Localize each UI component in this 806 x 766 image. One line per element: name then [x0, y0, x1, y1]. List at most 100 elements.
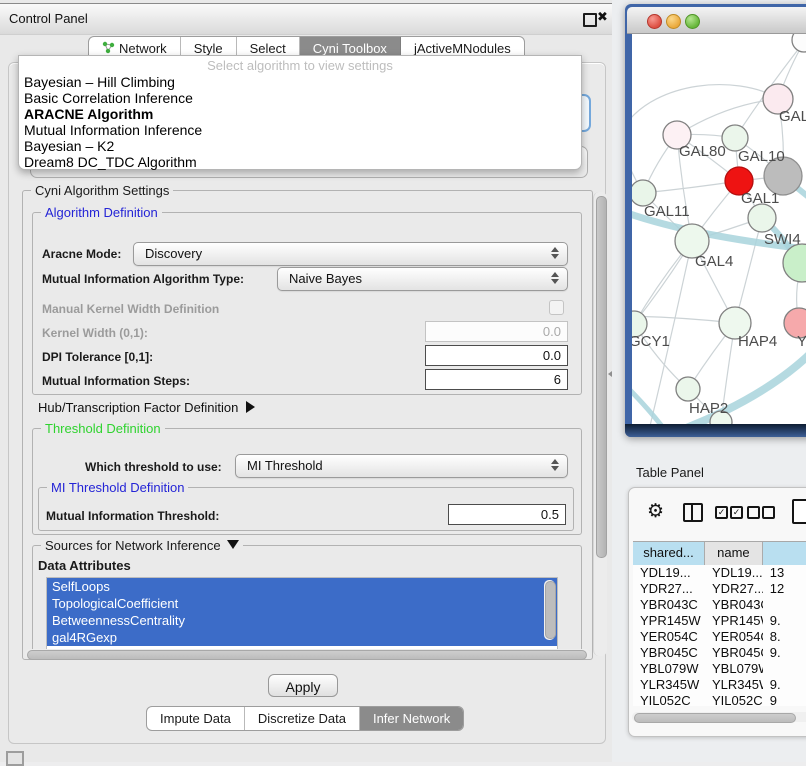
network-edge: [632, 85, 778, 124]
which-threshold-combo[interactable]: MI Threshold: [235, 454, 568, 478]
spinner-icon: [551, 459, 559, 471]
close-panel-icon[interactable]: ✖: [597, 9, 608, 25]
cyni-mode-tabs: Impute Data Discretize Data Infer Network: [146, 706, 464, 731]
apply-button[interactable]: Apply: [268, 674, 338, 697]
attribute-item-selfloops[interactable]: SelfLoops: [47, 578, 557, 595]
algorithm-item-bayesian-k2[interactable]: Bayesian – K2: [19, 138, 581, 154]
close-window-icon[interactable]: [647, 14, 662, 29]
table-row[interactable]: YBR043CYBR043C: [633, 597, 806, 613]
table-row[interactable]: YLR345WYLR345W9.: [633, 677, 806, 693]
table-cell: YER054C: [705, 629, 763, 645]
sources-group-title[interactable]: Sources for Network Inference: [41, 538, 243, 553]
minimize-window-icon[interactable]: [666, 14, 681, 29]
node-label-hap2: HAP2: [689, 400, 728, 417]
table-cell: [763, 597, 806, 613]
deselect-all-columns-icon[interactable]: [747, 506, 760, 519]
table-body: YDL19...YDL19...13YDR27...YDR27...12YBR0…: [633, 565, 806, 706]
export-table-icon[interactable]: [792, 499, 806, 524]
table-cell: YLR345W: [633, 677, 705, 693]
docked-panel-icon[interactable]: [6, 751, 24, 766]
attribute-item-topologicalcoefficient[interactable]: TopologicalCoefficient: [47, 595, 557, 612]
kernel-width-field[interactable]: 0.0: [425, 321, 568, 342]
table-cell: YPR145W: [705, 613, 763, 629]
settings-vertical-scrollbar[interactable]: [593, 192, 607, 656]
table-horizontal-scrollbar-thumb[interactable]: [634, 713, 796, 723]
table-row[interactable]: YBR045CYBR045C9.: [633, 645, 806, 661]
tab-infer-network[interactable]: Infer Network: [360, 707, 463, 730]
table-row[interactable]: YER054CYER054C8.: [633, 629, 806, 645]
control-panel-window: Control Panel ✖ Network Style Select Cyni T…: [0, 0, 612, 762]
tab-label: Infer Network: [373, 711, 450, 726]
tab-label: Style: [194, 41, 223, 56]
kernel-width-label: Kernel Width (0,1):: [42, 326, 148, 340]
dpi-tolerance-field[interactable]: 0.0: [425, 345, 568, 366]
data-attributes-list[interactable]: SelfLoopsTopologicalCoefficientBetweenne…: [46, 577, 558, 650]
network-window-titlebar[interactable]: [627, 7, 806, 34]
algorithm-dropdown-list: Bayesian – Hill ClimbingBasic Correlatio…: [19, 74, 581, 170]
deselect-all-columns-icon[interactable]: [762, 506, 775, 519]
node-label-y: Y: [797, 333, 806, 350]
zoom-window-icon[interactable]: [685, 14, 700, 29]
algorithm-item-basic-correlation-inference[interactable]: Basic Correlation Inference: [19, 90, 581, 106]
table-cell: [763, 661, 806, 677]
tab-impute-data[interactable]: Impute Data: [147, 707, 245, 730]
select-all-columns-icon[interactable]: ✓: [730, 506, 743, 519]
algorithm-item-mutual-information-inference[interactable]: Mutual Information Inference: [19, 122, 581, 138]
algorithm-item-aracne-algorithm[interactable]: ARACNE Algorithm: [19, 106, 581, 122]
node-SWI4[interactable]: [748, 204, 776, 232]
algorithm-item-dream8-dc-tdc-algorithm[interactable]: Dream8 DC_TDC Algorithm: [19, 154, 581, 170]
mi-steps-field[interactable]: 6: [425, 369, 568, 390]
network-canvas[interactable]: GAL7GAL80GAL10GAL1GAL11SWI4GAL4GCY1HAP4Y…: [632, 34, 806, 424]
settings-vertical-scrollbar-thumb[interactable]: [596, 196, 607, 558]
algorithm-definition-title: Algorithm Definition: [41, 205, 162, 220]
attribute-item-gal4rgexp[interactable]: gal4RGexp: [47, 629, 557, 646]
table-cell: YPR145W: [633, 613, 705, 629]
table-settings-gear-icon[interactable]: ⚙: [647, 500, 664, 522]
table-row[interactable]: YBL079WYBL079W: [633, 661, 806, 677]
tab-label: Discretize Data: [258, 711, 346, 726]
settings-horizontal-scrollbar[interactable]: [25, 649, 590, 659]
hub-definition-toggle[interactable]: Hub/Transcription Factor Definition: [38, 400, 255, 415]
tab-label: Network: [119, 41, 167, 56]
control-panel-titlebar: Control Panel ✖: [0, 3, 612, 35]
mi-steps-label: Mutual Information Steps:: [42, 374, 190, 388]
node-label-gal10: GAL10: [738, 148, 785, 165]
aracne-mode-combo[interactable]: Discovery: [133, 242, 568, 266]
node-node-top[interactable]: [792, 34, 806, 52]
table-row[interactable]: YPR145WYPR145W9.: [633, 613, 806, 629]
table-horizontal-scrollbar[interactable]: [632, 712, 806, 722]
table-header-row: shared...name: [633, 541, 806, 566]
table-panel-title: Table Panel: [636, 465, 704, 480]
select-all-columns-icon[interactable]: ✓: [715, 506, 728, 519]
table-cell: 12: [763, 581, 806, 597]
column-header-name[interactable]: name: [705, 542, 763, 565]
attributes-scrollbar[interactable]: [544, 580, 555, 640]
algorithm-item-bayesian-hill-climbing[interactable]: Bayesian – Hill Climbing: [19, 74, 581, 90]
column-header-2[interactable]: [763, 542, 806, 565]
mi-threshold-field[interactable]: 0.5: [448, 504, 566, 525]
table-row[interactable]: YDR27...YDR27...12: [633, 581, 806, 597]
network-window-bottom-edge: [625, 424, 806, 437]
panel-divider-handle[interactable]: [607, 369, 614, 378]
table-cell: YDL19...: [633, 565, 705, 581]
tab-label: Impute Data: [160, 711, 231, 726]
attribute-item-betweennesscentrality[interactable]: BetweennessCentrality: [47, 612, 557, 629]
column-header-shared-[interactable]: shared...: [633, 542, 705, 565]
node-label-gal4: GAL4: [695, 253, 733, 270]
tab-label: Select: [250, 41, 286, 56]
table-row[interactable]: YDL19...YDL19...13: [633, 565, 806, 581]
cyni-settings-group-title: Cyni Algorithm Settings: [31, 183, 173, 198]
table-cell: YBR043C: [705, 597, 763, 613]
float-panel-icon[interactable]: [583, 13, 597, 27]
settings-horizontal-scrollbar-thumb[interactable]: [27, 650, 587, 660]
mi-threshold-group-title: MI Threshold Definition: [47, 480, 188, 495]
node-HAP2[interactable]: [676, 377, 700, 401]
table-row[interactable]: YIL052CYIL052C9: [633, 693, 806, 706]
tab-discretize-data[interactable]: Discretize Data: [245, 707, 360, 730]
manual-kernel-checkbox[interactable]: [549, 300, 564, 315]
algorithm-dropdown-popup: Select algorithm to view settings Bayesi…: [18, 55, 582, 170]
attributes-scrollbar-thumb[interactable]: [545, 581, 556, 639]
table-columns-icon[interactable]: [683, 503, 703, 522]
tab-label: Cyni Toolbox: [313, 41, 387, 56]
mi-type-combo[interactable]: Naive Bayes: [277, 267, 568, 291]
